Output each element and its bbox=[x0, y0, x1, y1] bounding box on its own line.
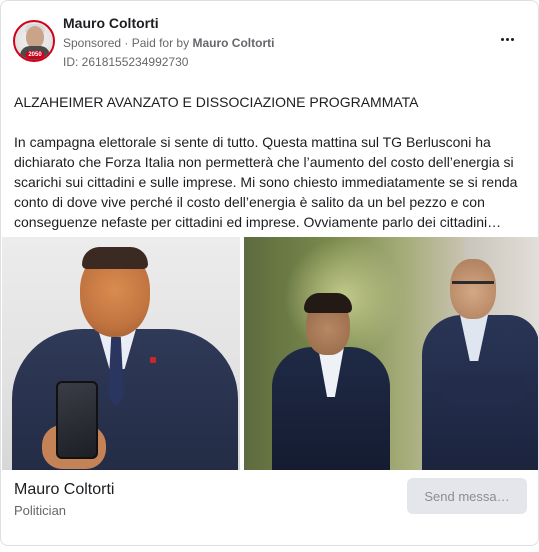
page-name[interactable]: Mauro Coltorti bbox=[63, 15, 159, 31]
footer-page-name[interactable]: Mauro Coltorti bbox=[14, 481, 114, 499]
photo-left bbox=[2, 237, 240, 470]
more-dots-icon bbox=[500, 37, 504, 41]
photo-right-man2-head bbox=[450, 259, 496, 319]
photo-right bbox=[244, 237, 538, 470]
sponsored-line: Sponsored · Paid for by Mauro Coltorti bbox=[63, 36, 274, 50]
avatar-face bbox=[26, 26, 44, 48]
photo-right-man1-hair bbox=[304, 293, 352, 313]
more-options-button[interactable] bbox=[496, 31, 518, 47]
post-header: 2050 Mauro Coltorti Sponsored · Paid for… bbox=[13, 13, 526, 73]
photo-left-hair bbox=[82, 247, 148, 269]
post-title: ALZAHEIMER AVANZATO E DISSOCIAZIONE PROG… bbox=[14, 94, 419, 110]
post-image[interactable] bbox=[2, 237, 538, 470]
photo-left-pin bbox=[150, 357, 156, 363]
more-dots-icon-dot bbox=[510, 37, 514, 41]
photo-left-phone bbox=[56, 381, 98, 459]
paid-for-name: Mauro Coltorti bbox=[192, 36, 275, 50]
photo-right-man2-arms bbox=[440, 375, 526, 405]
paid-for-prefix: Paid for by bbox=[131, 36, 190, 50]
send-message-button[interactable]: Send messa… bbox=[407, 478, 527, 514]
photo-right-man2-glasses bbox=[452, 281, 494, 289]
avatar[interactable]: 2050 bbox=[13, 20, 55, 62]
ad-id: ID: 2618155234992730 bbox=[63, 55, 189, 69]
sponsored-label[interactable]: Sponsored bbox=[63, 36, 121, 50]
ad-card: 2050 Mauro Coltorti Sponsored · Paid for… bbox=[0, 0, 539, 546]
footer-category: Politician bbox=[14, 503, 67, 518]
post-text: ALZAHEIMER AVANZATO E DISSOCIAZIONE PROG… bbox=[14, 92, 524, 232]
avatar-badge: 2050 bbox=[26, 51, 44, 59]
more-dots-icon-dot bbox=[505, 37, 509, 41]
post-body: In campagna elettorale si sente di tutto… bbox=[14, 134, 518, 230]
separator-dot: · bbox=[124, 36, 132, 50]
